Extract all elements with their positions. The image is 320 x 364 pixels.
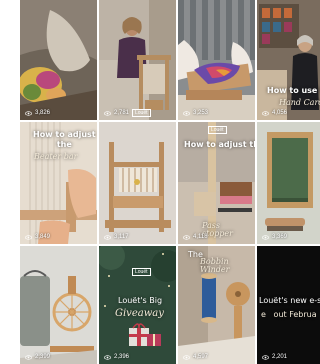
view-count: 2,781: [104, 110, 129, 116]
reel-tile-10[interactable]: Louët Louët's Big Giveaway 2,396: [99, 246, 176, 364]
eye-icon: [183, 234, 190, 240]
reel-tile-8[interactable]: 3,369: [257, 122, 320, 244]
view-count-label: 4,597: [193, 354, 209, 360]
reel-tile-3[interactable]: 3,253: [178, 0, 255, 120]
view-count-label: 3,826: [35, 110, 51, 116]
eye-icon: [262, 234, 269, 240]
reel-tile-12[interactable]: Louët's new e-sp e out Februa 2,201: [257, 246, 320, 364]
eye-icon: [262, 110, 269, 116]
thumbnail-hand-carding: [178, 0, 255, 120]
view-count-label: 4,056: [272, 110, 288, 116]
brand-badge: Louët: [132, 109, 151, 117]
thumbnail-woman-loom: [99, 0, 176, 120]
reel-tile-7[interactable]: Louët How to adjust the Pass stopper 4,1…: [178, 122, 255, 244]
overlay-title: How to use th: [267, 86, 320, 95]
reel-tile-2[interactable]: Louët 2,781: [99, 0, 176, 120]
eye-icon: [25, 110, 32, 116]
view-count: 2,201: [262, 354, 287, 360]
eye-icon: [262, 354, 269, 360]
view-count: 2,399: [25, 354, 50, 360]
view-count: 2,396: [104, 354, 129, 360]
eye-icon: [183, 110, 190, 116]
view-count: 3,369: [262, 234, 287, 240]
reels-grid: 3,826 Louët 2,781 3,253 How to use Hand …: [20, 0, 320, 364]
view-count-label: 3,849: [35, 234, 51, 240]
view-count-label: 4,118: [193, 234, 208, 240]
thumbnail-spinning-wheel: [20, 246, 97, 364]
reel-tile-11[interactable]: The Bobbin Winder 4,597: [178, 246, 255, 364]
view-count-label: 2,781: [114, 110, 130, 116]
view-count: 3,117: [104, 234, 129, 240]
view-count: 3,253: [183, 110, 208, 116]
brand-badge: Louët: [208, 126, 227, 134]
view-count: 3,826: [25, 110, 50, 116]
eye-icon: [104, 110, 111, 116]
overlay-title: How to adjust the: [33, 130, 96, 149]
overlay-title: Louët's Big: [118, 296, 163, 305]
reel-tile-9[interactable]: 2,399: [20, 246, 97, 364]
view-count: 4,056: [262, 110, 287, 116]
view-count: 3,849: [25, 234, 50, 240]
overlay-title: How to adjust the: [184, 140, 255, 149]
reel-tile-5[interactable]: How to adjust the Beater bar 3,849: [20, 122, 97, 244]
view-count-label: 2,201: [272, 354, 288, 360]
reel-tile-6[interactable]: 3,117: [99, 122, 176, 244]
thumbnail-carder-brush: [257, 122, 320, 244]
thumbnail-wooden-loom: [99, 122, 176, 244]
overlay-script-text: Bobbin Winder: [200, 257, 230, 274]
view-count-label: 2,399: [35, 354, 51, 360]
brand-badge: Louët: [132, 268, 151, 276]
overlay-script-text: Beater bar: [34, 152, 78, 161]
reel-tile-4[interactable]: How to use th Hand Card 4,056: [257, 0, 320, 120]
thumbnail-yarn-carding: [20, 0, 97, 120]
eye-icon: [104, 354, 111, 360]
overlay-script-text: e out Februa: [261, 310, 317, 319]
overlay-script-text: Giveaway: [115, 308, 164, 319]
view-count: 4,118: [183, 234, 208, 240]
eye-icon: [104, 234, 111, 240]
eye-icon: [25, 234, 32, 240]
view-count-label: 2,396: [114, 354, 130, 360]
eye-icon: [25, 354, 32, 360]
view-count-label: 3,369: [272, 234, 288, 240]
overlay-title: Louët's new e-sp: [259, 296, 320, 305]
overlay-script-text: Hand Card: [279, 98, 320, 107]
view-count: 4,597: [183, 354, 208, 360]
eye-icon: [183, 354, 190, 360]
view-count-label: 3,253: [193, 110, 209, 116]
reel-tile-1[interactable]: 3,826: [20, 0, 97, 120]
view-count-label: 3,117: [114, 234, 129, 240]
